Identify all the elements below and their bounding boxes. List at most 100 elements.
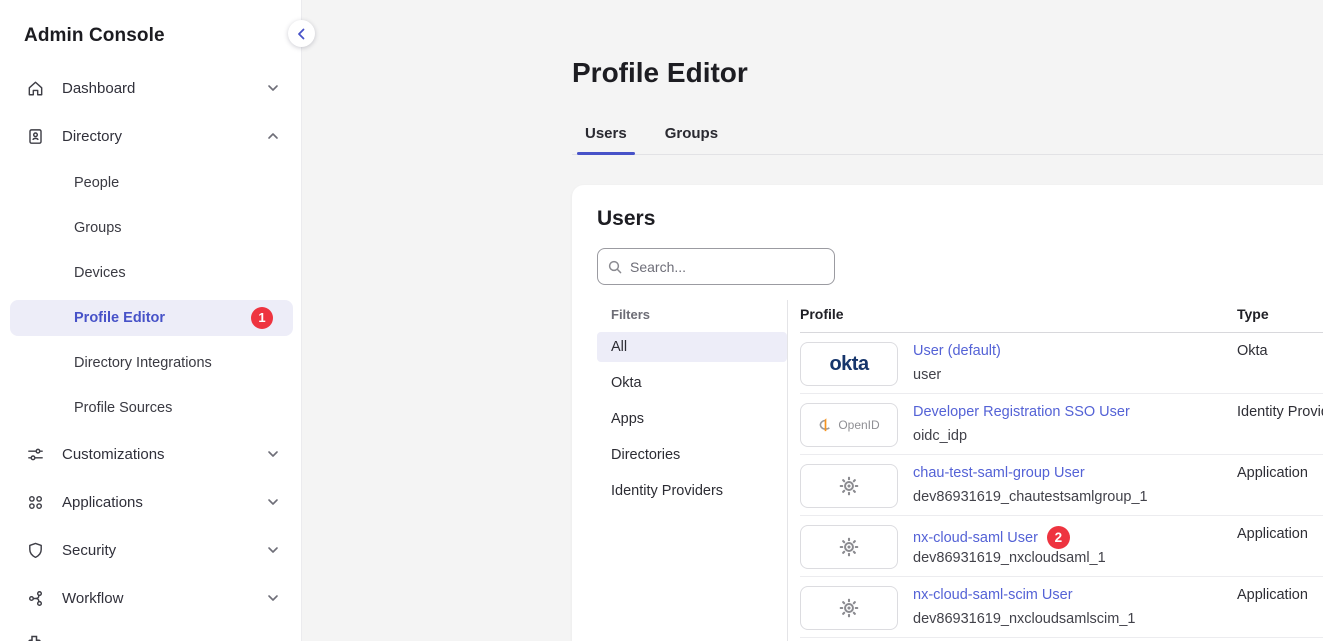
search-box bbox=[597, 248, 835, 285]
profile-link-developer-registration-sso[interactable]: Developer Registration SSO User bbox=[913, 404, 1130, 420]
sliders-icon bbox=[26, 445, 45, 464]
gear-icon bbox=[838, 597, 860, 619]
sidebar-item-security[interactable]: Security bbox=[0, 526, 301, 574]
filter-directories[interactable]: Directories bbox=[597, 437, 787, 473]
sidebar-item-label: Directory bbox=[62, 128, 267, 145]
sidebar-item-profile-sources[interactable]: Profile Sources bbox=[0, 385, 301, 430]
filter-all[interactable]: All bbox=[597, 329, 787, 365]
filter-label: Identity Providers bbox=[611, 483, 723, 499]
home-icon bbox=[26, 79, 45, 98]
profile-link-user-default[interactable]: User (default) bbox=[913, 343, 1001, 359]
profiles-table: Profile Type okta User (default) user Ok… bbox=[800, 300, 1323, 638]
sidebar-item-profile-editor[interactable]: Profile Editor 1 bbox=[0, 295, 301, 340]
filters-heading: Filters bbox=[597, 300, 787, 329]
sidebar-item-directory[interactable]: Directory bbox=[0, 112, 301, 160]
profile-link-label: Developer Registration SSO User bbox=[913, 404, 1130, 420]
table-row: nx-cloud-saml-scim User dev86931619_nxcl… bbox=[800, 577, 1323, 638]
app-title: Admin Console bbox=[0, 0, 301, 47]
table-row: chau-test-saml-group User dev86931619_ch… bbox=[800, 455, 1323, 516]
profile-id: dev86931619_nxcloudsamlscim_1 bbox=[913, 611, 1135, 627]
sidebar-item-label: Applications bbox=[62, 494, 267, 511]
sidebar-item-directory-integrations[interactable]: Directory Integrations bbox=[0, 340, 301, 385]
sidebar-item-workflow[interactable]: Workflow bbox=[0, 574, 301, 622]
sidebar-nav: Dashboard Directory People Groups Device… bbox=[0, 64, 301, 622]
sidebar-item-applications[interactable]: Applications bbox=[0, 478, 301, 526]
openid-logo: OpenID bbox=[800, 403, 898, 447]
tab-groups[interactable]: Groups bbox=[657, 123, 726, 155]
page-title: Profile Editor bbox=[572, 57, 748, 89]
column-header-profile: Profile bbox=[800, 306, 844, 322]
filter-label: Apps bbox=[611, 411, 644, 427]
profile-type: Identity Provider bbox=[1237, 404, 1323, 420]
sidebar-item-label: Dashboard bbox=[62, 80, 267, 97]
app-logo-box bbox=[800, 525, 898, 569]
gear-icon bbox=[838, 536, 860, 558]
step-1-badge: 1 bbox=[251, 307, 273, 329]
chevron-down-icon bbox=[267, 546, 279, 554]
openid-logo-text: OpenID bbox=[838, 418, 879, 432]
profile-id: user bbox=[913, 367, 941, 383]
table-row: okta User (default) user Okta bbox=[800, 333, 1323, 394]
sidebar-item-label: Profile Sources bbox=[74, 400, 273, 416]
profile-type: Application bbox=[1237, 526, 1308, 542]
profile-link-label: User (default) bbox=[913, 343, 1001, 359]
okta-logo: okta bbox=[800, 342, 898, 386]
app-logo-box bbox=[800, 464, 898, 508]
sidebar-item-label: Profile Editor bbox=[74, 310, 251, 326]
filter-identity-providers[interactable]: Identity Providers bbox=[597, 473, 787, 509]
sidebar-item-customizations[interactable]: Customizations bbox=[0, 430, 301, 478]
profile-link-label: nx-cloud-saml User bbox=[913, 530, 1038, 546]
filters-table-divider bbox=[787, 300, 788, 641]
chevron-down-icon bbox=[267, 498, 279, 506]
id-badge-icon bbox=[26, 127, 45, 146]
apps-grid-icon bbox=[26, 493, 45, 512]
sidebar-collapse-button[interactable] bbox=[288, 20, 315, 47]
tab-bar: Users Groups bbox=[577, 123, 726, 155]
chevron-down-icon bbox=[267, 450, 279, 458]
filter-apps[interactable]: Apps bbox=[597, 401, 787, 437]
profile-type: Application bbox=[1237, 587, 1308, 603]
filter-label: Okta bbox=[611, 375, 642, 391]
gear-icon bbox=[838, 475, 860, 497]
sidebar-item-label: Devices bbox=[74, 265, 273, 281]
directory-submenu: People Groups Devices Profile Editor 1 D… bbox=[0, 160, 301, 430]
app-logo-box bbox=[800, 586, 898, 630]
profile-type: Application bbox=[1237, 465, 1308, 481]
search-icon bbox=[608, 260, 622, 274]
sidebar-item-groups[interactable]: Groups bbox=[0, 205, 301, 250]
openid-icon bbox=[818, 417, 833, 433]
search-input[interactable] bbox=[630, 259, 824, 275]
main-content: Profile Editor Users Groups Users Filter… bbox=[302, 0, 1323, 641]
table-header: Profile Type bbox=[800, 300, 1323, 333]
column-header-type: Type bbox=[1237, 306, 1269, 322]
filter-okta[interactable]: Okta bbox=[597, 365, 787, 401]
sidebar-item-people[interactable]: People bbox=[0, 160, 301, 205]
panel-title: Users bbox=[597, 207, 655, 231]
profile-link-nx-cloud-saml-scim[interactable]: nx-cloud-saml-scim User bbox=[913, 587, 1073, 603]
tab-users[interactable]: Users bbox=[577, 123, 635, 155]
shield-icon bbox=[26, 541, 45, 560]
users-panel: Users Filters All Okta Apps Directories … bbox=[572, 185, 1323, 641]
filter-label: Directories bbox=[611, 447, 680, 463]
chevron-left-icon bbox=[297, 28, 306, 40]
sidebar-item-label: Customizations bbox=[62, 446, 267, 463]
profile-id: dev86931619_nxcloudsaml_1 bbox=[913, 550, 1106, 566]
sidebar-item-devices[interactable]: Devices bbox=[0, 250, 301, 295]
sidebar-item-label: Directory Integrations bbox=[74, 355, 273, 371]
okta-logo-text: okta bbox=[829, 353, 868, 376]
profile-link-nx-cloud-saml[interactable]: nx-cloud-saml User 2 bbox=[913, 526, 1070, 549]
chevron-up-icon bbox=[267, 132, 279, 140]
profile-link-chau-test-saml-group[interactable]: chau-test-saml-group User bbox=[913, 465, 1085, 481]
sidebar-item-dashboard[interactable]: Dashboard bbox=[0, 64, 301, 112]
chevron-down-icon bbox=[267, 84, 279, 92]
sidebar-item-label: People bbox=[74, 175, 273, 191]
profile-id: dev86931619_chautestsamlgroup_1 bbox=[913, 489, 1148, 505]
partial-sidebar-icon bbox=[27, 631, 41, 641]
profile-type: Okta bbox=[1237, 343, 1268, 359]
table-row: nx-cloud-saml User 2 dev86931619_nxcloud… bbox=[800, 516, 1323, 577]
filters-panel: Filters All Okta Apps Directories Identi… bbox=[597, 300, 787, 509]
filter-label: All bbox=[611, 339, 627, 355]
sidebar-item-label: Groups bbox=[74, 220, 273, 236]
sidebar: Admin Console Dashboard Directory People bbox=[0, 0, 302, 641]
workflow-icon bbox=[26, 589, 45, 608]
